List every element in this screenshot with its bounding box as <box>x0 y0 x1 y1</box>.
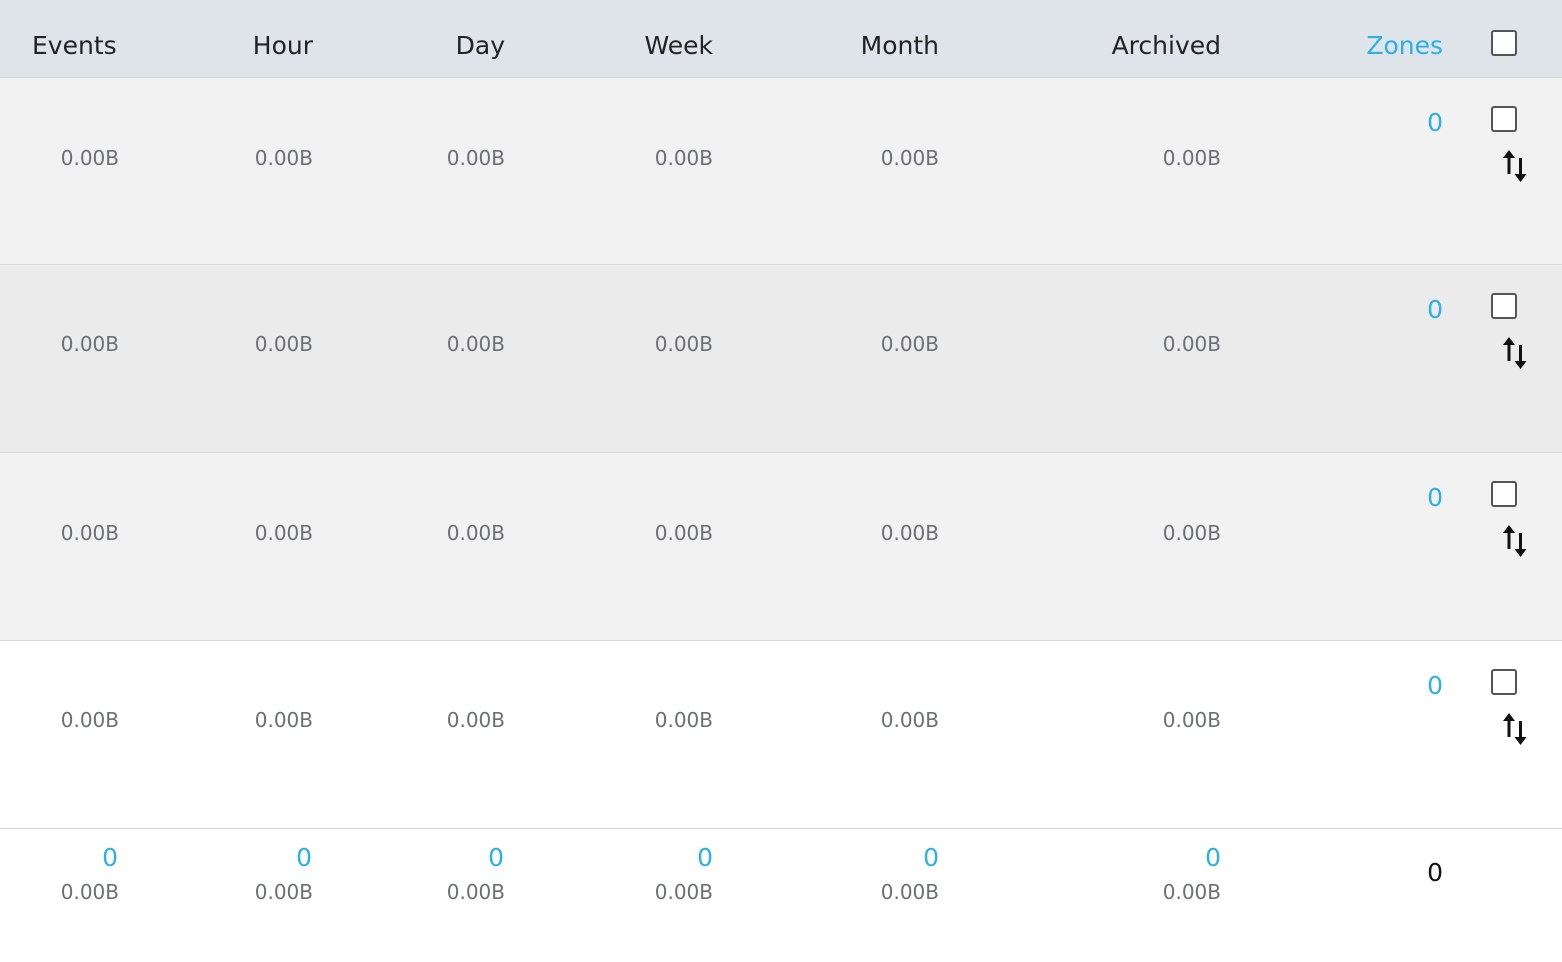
hour-size: 0.00B <box>254 332 313 356</box>
row-select-checkbox[interactable] <box>1491 481 1517 507</box>
archived-size: 0.00B <box>1162 521 1221 545</box>
archived-total-size: 0.00B <box>1162 880 1221 904</box>
row-select-checkbox[interactable] <box>1491 293 1517 319</box>
column-header-events[interactable]: Events <box>32 30 117 62</box>
month-total-count[interactable]: 0 <box>889 844 939 872</box>
table-row: 0.00B 0.00B 0.00B 0.00B 0.00B 0.00B 0 <box>0 265 1562 453</box>
zones-count-link[interactable]: 0 <box>1393 484 1443 512</box>
zones-count-link[interactable]: 0 <box>1393 296 1443 324</box>
day-size: 0.00B <box>446 521 505 545</box>
sort-arrows-icon[interactable] <box>1500 335 1532 371</box>
events-size: 0.00B <box>60 332 119 356</box>
events-size: 0.00B <box>60 146 119 170</box>
table-row: 0.00B 0.00B 0.00B 0.00B 0.00B 0.00B 0 <box>0 78 1562 265</box>
day-total-size: 0.00B <box>446 880 505 904</box>
hour-size: 0.00B <box>254 521 313 545</box>
month-size: 0.00B <box>880 332 939 356</box>
zones-count-link[interactable]: 0 <box>1393 672 1443 700</box>
archived-size: 0.00B <box>1162 332 1221 356</box>
sort-arrows-icon[interactable] <box>1500 523 1532 559</box>
events-total-count[interactable]: 0 <box>68 844 118 872</box>
archived-size: 0.00B <box>1162 146 1221 170</box>
zones-count-link[interactable]: 0 <box>1393 109 1443 137</box>
totals-row: 0 0.00B 0 0.00B 0 0.00B 0 0.00B 0 0.00B … <box>0 829 1562 962</box>
hour-total-count[interactable]: 0 <box>262 844 312 872</box>
month-total-size: 0.00B <box>880 880 939 904</box>
week-size: 0.00B <box>654 332 713 356</box>
column-header-day[interactable]: Day <box>405 30 505 62</box>
hour-total-size: 0.00B <box>254 880 313 904</box>
row-select-checkbox[interactable] <box>1491 669 1517 695</box>
select-all-checkbox[interactable] <box>1491 30 1517 56</box>
month-size: 0.00B <box>880 146 939 170</box>
archived-size: 0.00B <box>1162 708 1221 732</box>
week-size: 0.00B <box>654 146 713 170</box>
day-size: 0.00B <box>446 708 505 732</box>
day-total-count[interactable]: 0 <box>454 844 504 872</box>
sort-arrows-icon[interactable] <box>1500 711 1532 747</box>
day-size: 0.00B <box>446 146 505 170</box>
column-header-month[interactable]: Month <box>820 30 939 62</box>
table-row: 0.00B 0.00B 0.00B 0.00B 0.00B 0.00B 0 <box>0 453 1562 641</box>
month-size: 0.00B <box>880 521 939 545</box>
week-total-size: 0.00B <box>654 880 713 904</box>
sort-arrows-icon[interactable] <box>1500 148 1532 184</box>
week-total-count[interactable]: 0 <box>663 844 713 872</box>
table-row: 0.00B 0.00B 0.00B 0.00B 0.00B 0.00B 0 <box>0 641 1562 829</box>
archived-total-count[interactable]: 0 <box>1171 844 1221 872</box>
column-header-zones[interactable]: Zones <box>1340 30 1443 62</box>
month-size: 0.00B <box>880 708 939 732</box>
day-size: 0.00B <box>446 332 505 356</box>
hour-size: 0.00B <box>254 708 313 732</box>
events-total-size: 0.00B <box>60 880 119 904</box>
column-header-hour[interactable]: Hour <box>220 30 313 62</box>
zones-total: 0 <box>1427 858 1443 887</box>
week-size: 0.00B <box>654 708 713 732</box>
events-size: 0.00B <box>60 708 119 732</box>
column-header-archived[interactable]: Archived <box>1080 30 1221 62</box>
events-size: 0.00B <box>60 521 119 545</box>
row-select-checkbox[interactable] <box>1491 106 1517 132</box>
column-header-week[interactable]: Week <box>600 30 714 62</box>
table-header: Events Hour Day Week Month Archived Zone… <box>0 0 1562 78</box>
hour-size: 0.00B <box>254 146 313 170</box>
monitor-table: Events Hour Day Week Month Archived Zone… <box>0 0 1562 962</box>
week-size: 0.00B <box>654 521 713 545</box>
